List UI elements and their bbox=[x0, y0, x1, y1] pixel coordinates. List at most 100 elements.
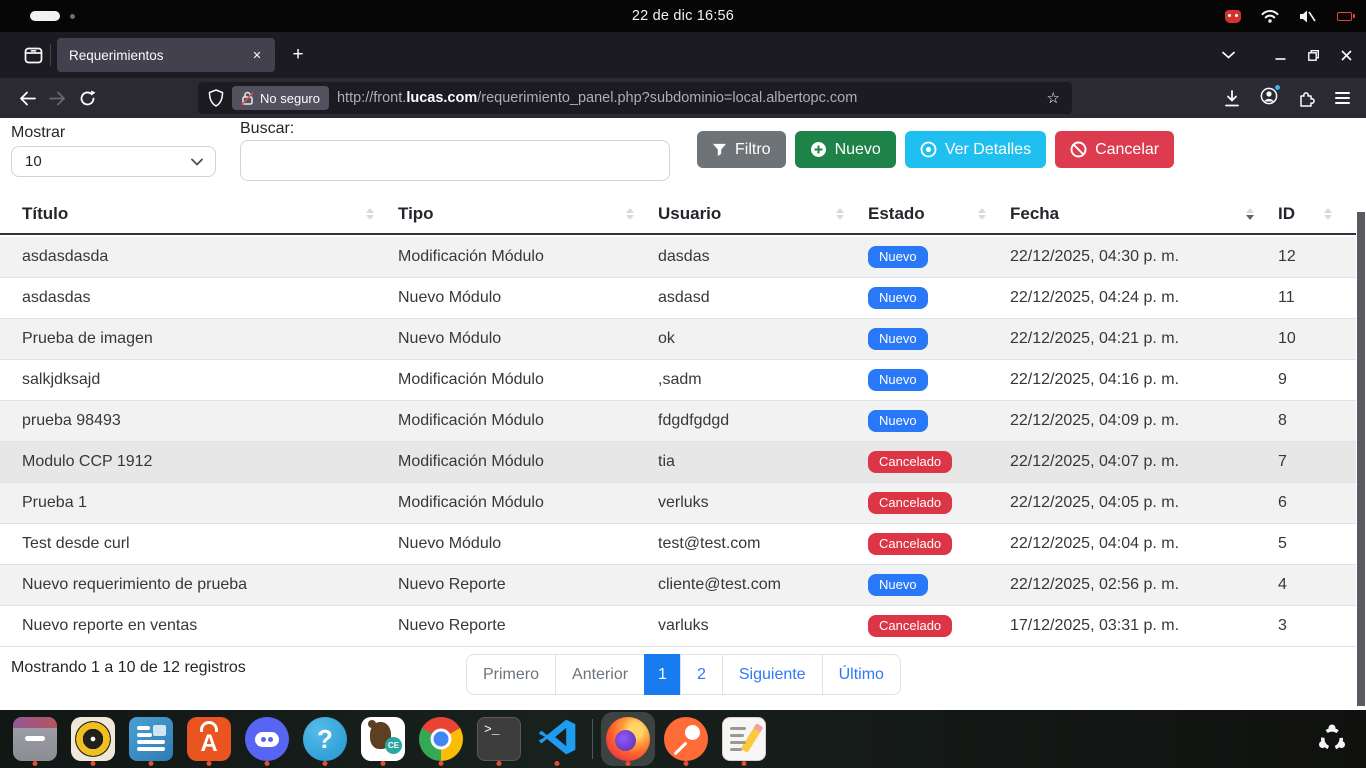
cell-id: 11 bbox=[1278, 289, 1356, 307]
sort-icons-id bbox=[1324, 208, 1332, 220]
table-row[interactable]: Nuevo requerimiento de pruebaNuevo Repor… bbox=[0, 565, 1356, 606]
cell-fecha: 17/12/2025, 03:31 p. m. bbox=[1010, 617, 1278, 635]
wifi-icon[interactable] bbox=[1261, 9, 1279, 23]
cell-titulo: Nuevo requerimiento de prueba bbox=[22, 576, 398, 594]
extensions-icon[interactable] bbox=[1298, 90, 1315, 107]
dock-separator bbox=[592, 719, 593, 759]
cell-id: 4 bbox=[1278, 576, 1356, 594]
downloads-icon[interactable] bbox=[1224, 90, 1240, 107]
firefox-view-button[interactable] bbox=[18, 40, 48, 70]
dock: A?CE >_ bbox=[0, 710, 1366, 768]
chevron-down-icon bbox=[191, 158, 203, 166]
security-chip[interactable]: No seguro bbox=[232, 86, 329, 110]
cell-tipo: Nuevo Módulo bbox=[398, 535, 658, 553]
column-header-titulo[interactable]: Título bbox=[22, 204, 398, 224]
restore-icon[interactable] bbox=[1308, 50, 1319, 61]
toolbar-right-icons bbox=[1224, 87, 1366, 110]
forward-button[interactable] bbox=[42, 83, 72, 113]
filtro-button[interactable]: Filtro bbox=[697, 131, 786, 168]
dock-item-ubuntu-software[interactable]: A bbox=[182, 712, 236, 766]
url-bar[interactable]: No seguro http://front.lucas.com/requeri… bbox=[198, 82, 1072, 114]
dock-item-help[interactable]: ? bbox=[298, 712, 352, 766]
table-body: asdasdasdaModificación MódulodasdasNuevo… bbox=[0, 237, 1356, 647]
status-badge: Cancelado bbox=[868, 492, 952, 514]
minimize-icon[interactable] bbox=[1275, 50, 1286, 61]
back-button[interactable] bbox=[12, 83, 42, 113]
page-button-primero[interactable]: Primero bbox=[466, 654, 556, 695]
shield-permissions-icon[interactable] bbox=[208, 89, 224, 107]
close-window-icon[interactable] bbox=[1341, 50, 1352, 61]
column-header-usuario[interactable]: Usuario bbox=[658, 204, 868, 224]
cell-usuario: cliente@test.com bbox=[658, 576, 868, 594]
discord-icon bbox=[245, 717, 289, 761]
table-row[interactable]: prueba 98493Modificación Módulofdgdfgdgd… bbox=[0, 401, 1356, 442]
running-indicator-dot bbox=[381, 761, 386, 766]
tab-close-icon[interactable]: ✕ bbox=[247, 45, 267, 65]
status-badge: Cancelado bbox=[868, 615, 952, 637]
cancelar-button[interactable]: Cancelar bbox=[1055, 131, 1174, 168]
cell-fecha: 22/12/2025, 04:24 p. m. bbox=[1010, 289, 1278, 307]
reload-button[interactable] bbox=[72, 83, 102, 113]
system-top-bar: 22 de dic 16:56 bbox=[0, 0, 1366, 32]
search-input[interactable] bbox=[240, 140, 670, 181]
page-length-select[interactable]: 10 bbox=[11, 146, 216, 177]
page-scrollbar[interactable] bbox=[1357, 212, 1365, 706]
dock-item-terminal[interactable]: >_ bbox=[472, 712, 526, 766]
cell-tipo: Nuevo Módulo bbox=[398, 330, 658, 348]
column-header-tipo[interactable]: Tipo bbox=[398, 204, 658, 224]
column-header-fecha[interactable]: Fecha bbox=[1010, 204, 1278, 224]
column-header-id[interactable]: ID bbox=[1278, 204, 1356, 224]
table-row[interactable]: Prueba 1Modificación MóduloverluksCancel… bbox=[0, 483, 1356, 524]
page-content: Mostrar 10 Buscar: FiltroNuevoVer Detall… bbox=[0, 118, 1366, 710]
page-button-ultimo[interactable]: Último bbox=[822, 654, 901, 695]
browser-tab[interactable]: Requerimientos ✕ bbox=[57, 38, 275, 72]
running-indicator-dot bbox=[33, 761, 38, 766]
table-row[interactable]: Prueba de imagenNuevo MódulookNuevo22/12… bbox=[0, 319, 1356, 360]
nuevo-button[interactable]: Nuevo bbox=[795, 131, 896, 168]
cell-fecha: 22/12/2025, 04:30 p. m. bbox=[1010, 248, 1278, 266]
cell-estado: Nuevo bbox=[868, 574, 1010, 596]
column-label-id: ID bbox=[1278, 204, 1295, 224]
reload-icon bbox=[79, 90, 96, 107]
new-tab-button[interactable]: + bbox=[283, 40, 313, 70]
table-row[interactable]: salkjdksajdModificación Módulo,sadmNuevo… bbox=[0, 360, 1356, 401]
dock-item-files[interactable] bbox=[8, 712, 62, 766]
dock-item-rhythmbox[interactable] bbox=[66, 712, 120, 766]
view-icon bbox=[920, 141, 937, 158]
account-button[interactable] bbox=[1260, 87, 1278, 110]
cell-id: 7 bbox=[1278, 453, 1356, 471]
cell-usuario: ok bbox=[658, 330, 868, 348]
dock-item-chrome[interactable] bbox=[414, 712, 468, 766]
discord-tray-icon[interactable] bbox=[1225, 10, 1241, 23]
dock-item-vscode[interactable] bbox=[530, 712, 584, 766]
table-row[interactable]: asdasdasdaModificación MódulodasdasNuevo… bbox=[0, 237, 1356, 278]
dock-item-text-editor[interactable] bbox=[717, 712, 771, 766]
page-button-1[interactable]: 1 bbox=[644, 654, 681, 695]
bookmark-star-icon[interactable]: ☆ bbox=[1045, 89, 1062, 107]
dock-item-firefox[interactable] bbox=[601, 712, 655, 766]
table-row[interactable]: Modulo CCP 1912Modificación MódulotiaCan… bbox=[0, 442, 1356, 483]
dock-item-dbeaver[interactable]: CE bbox=[356, 712, 410, 766]
running-indicator-dot bbox=[555, 761, 560, 766]
page-button-anterior[interactable]: Anterior bbox=[555, 654, 645, 695]
page-button-siguiente[interactable]: Siguiente bbox=[722, 654, 823, 695]
cell-usuario: asdasd bbox=[658, 289, 868, 307]
ubuntu-show-apps-button[interactable] bbox=[1310, 717, 1354, 761]
page-button-2[interactable]: 2 bbox=[680, 654, 723, 695]
dock-item-libreoffice-writer[interactable] bbox=[124, 712, 178, 766]
cell-tipo: Modificación Módulo bbox=[398, 412, 658, 430]
system-clock[interactable]: 22 de dic 16:56 bbox=[0, 8, 1366, 24]
column-header-estado[interactable]: Estado bbox=[868, 204, 1010, 224]
menu-icon[interactable] bbox=[1335, 89, 1350, 106]
browser-tab-bar: Requerimientos ✕ + bbox=[0, 32, 1366, 78]
volume-muted-icon[interactable] bbox=[1299, 9, 1317, 24]
tab-list-chevron-icon[interactable] bbox=[1222, 51, 1235, 59]
table-row[interactable]: Nuevo reporte en ventasNuevo Reportevarl… bbox=[0, 606, 1356, 647]
cell-id: 10 bbox=[1278, 330, 1356, 348]
table-row[interactable]: Test desde curlNuevo Módulotest@test.com… bbox=[0, 524, 1356, 565]
dock-item-discord[interactable] bbox=[240, 712, 294, 766]
table-row[interactable]: asdasdasNuevo MóduloasdasdNuevo22/12/202… bbox=[0, 278, 1356, 319]
battery-low-icon[interactable] bbox=[1337, 12, 1352, 21]
dock-item-postman[interactable] bbox=[659, 712, 713, 766]
ver-detalles-button[interactable]: Ver Detalles bbox=[905, 131, 1046, 168]
